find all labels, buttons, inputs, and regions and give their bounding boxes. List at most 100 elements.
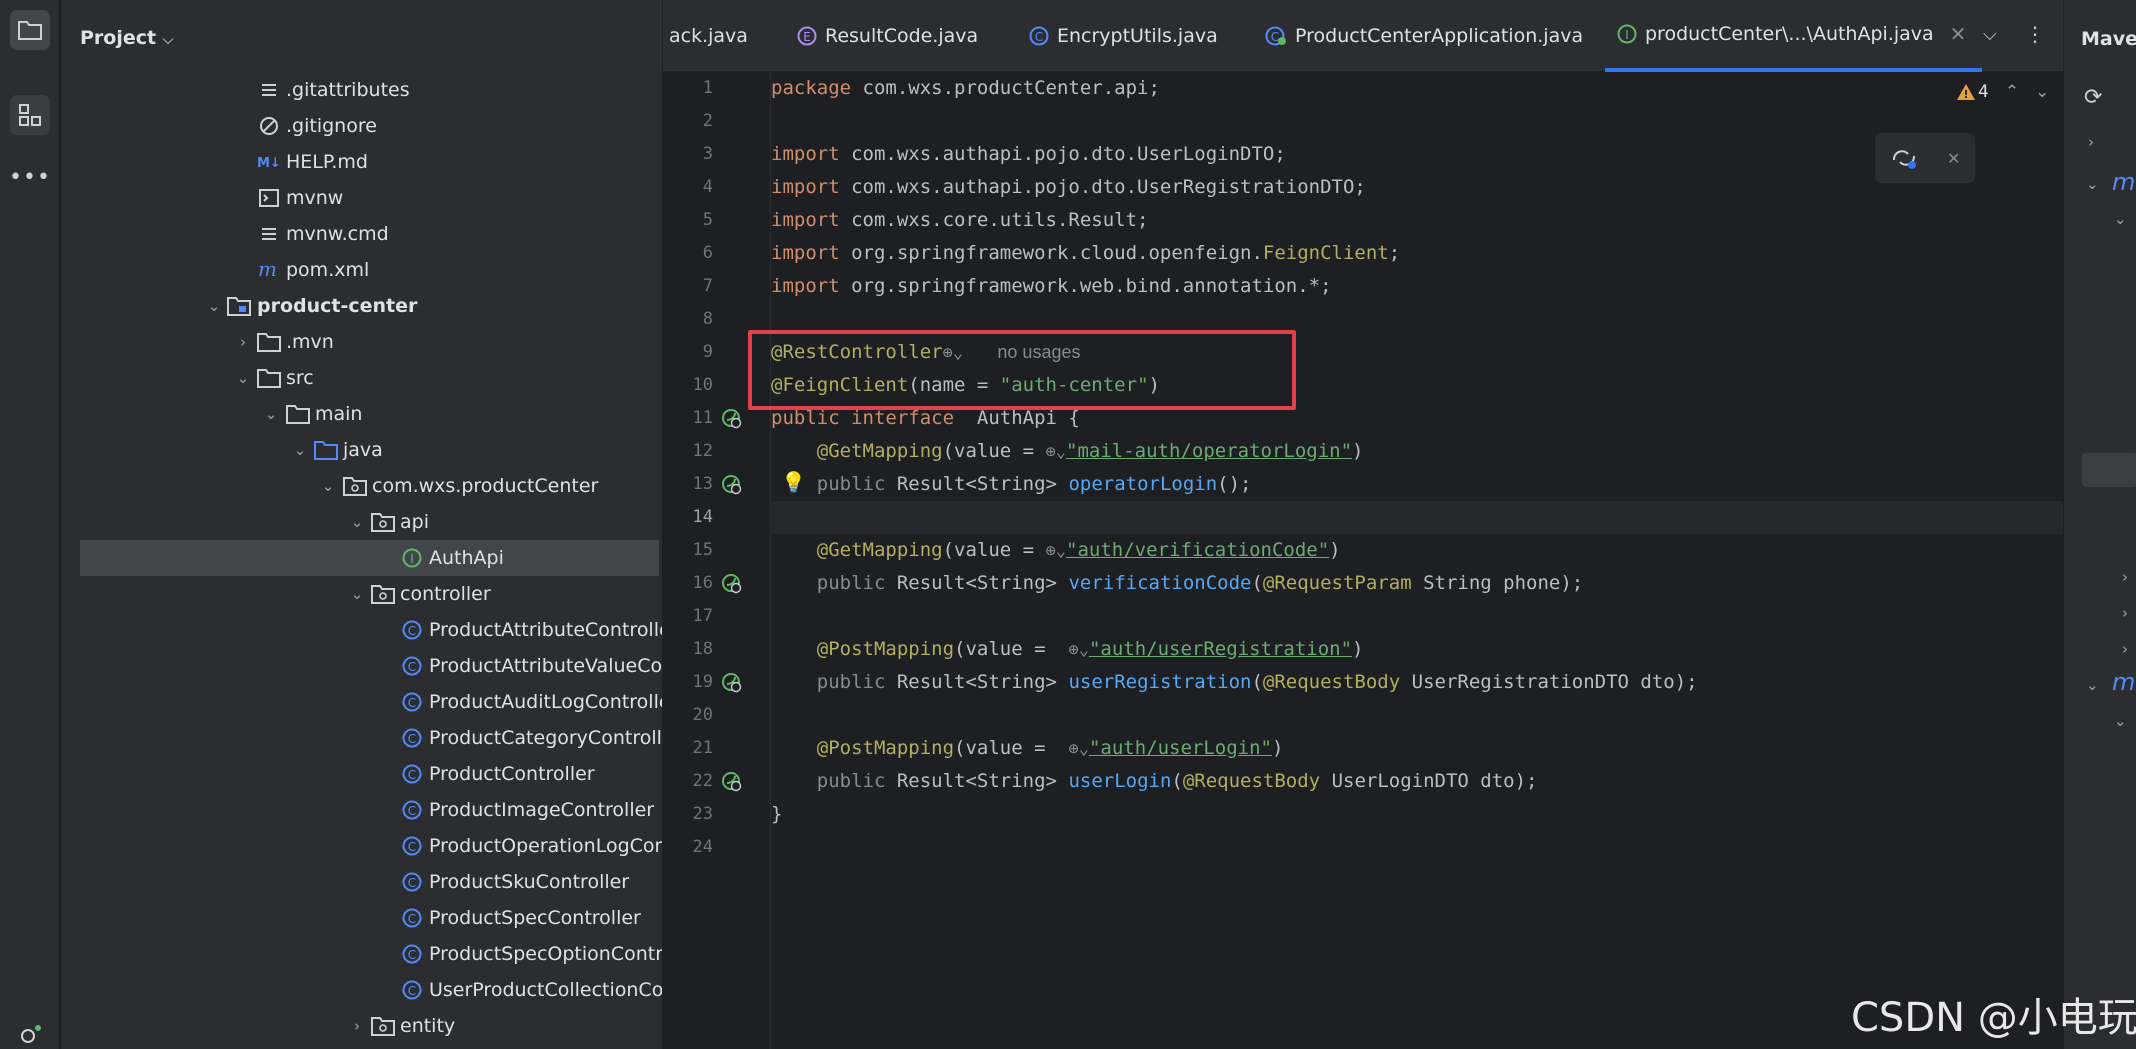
- chevron-down-icon[interactable]: ⌄: [318, 468, 338, 504]
- chevron-down-icon: ⌵: [162, 32, 174, 48]
- code-line[interactable]: public Result<String> userLogin(@Request…: [771, 765, 1538, 798]
- project-tool-button[interactable]: [10, 10, 50, 50]
- code-line[interactable]: public Result<String> verificationCode(@…: [771, 567, 1583, 600]
- code-line[interactable]: @PostMapping(value = ⊕⌄"auth/userLogin"): [771, 732, 1284, 765]
- web-endpoint-icon[interactable]: [721, 573, 743, 599]
- tree-item[interactable]: C ProductAttributeController: [61, 612, 662, 648]
- tree-item[interactable]: ⌄ main: [61, 396, 662, 432]
- code-line[interactable]: import com.wxs.authapi.pojo.dto.UserLogi…: [771, 138, 1286, 171]
- tree-item[interactable]: ⌄ com.wxs.productCenter: [61, 468, 662, 504]
- tree-item[interactable]: C ProductImageController: [61, 792, 662, 828]
- tree-item[interactable]: .gitattributes: [61, 72, 662, 108]
- code-editor[interactable]: 1 2 3 4 5 6 7 8 9 10 11 12 13 14 15 16 17 18 19 20 21 22 23 24 …: [663, 72, 2063, 1049]
- tree-item[interactable]: I AuthApi: [80, 540, 659, 576]
- services-tool-button[interactable]: [10, 1015, 50, 1049]
- globe-icon[interactable]: ⊕⌄: [1068, 739, 1088, 759]
- tree-item[interactable]: C ProductAuditLogController: [61, 684, 662, 720]
- code-line[interactable]: public Result<String> operatorLogin();: [771, 468, 1252, 501]
- tab-authapi-java[interactable]: I productCenter\...\AuthApi.java ✕: [1605, 0, 1983, 72]
- globe-icon[interactable]: ⊕⌄: [1046, 442, 1066, 462]
- globe-icon[interactable]: ⊕⌄: [1046, 541, 1066, 561]
- structure-tool-button[interactable]: [10, 95, 50, 135]
- chevron-down-icon[interactable]: ⌄: [204, 288, 224, 324]
- code-line[interactable]: package com.wxs.productCenter.api;: [771, 72, 1160, 105]
- chevron-down-icon[interactable]: ⌄: [347, 504, 367, 540]
- code-line[interactable]: @GetMapping(value = ⊕⌄"auth/verification…: [771, 534, 1341, 567]
- tree-item[interactable]: C ProductSpecController: [61, 900, 662, 936]
- web-endpoint-icon[interactable]: [721, 771, 743, 797]
- tree-item[interactable]: mvnw: [61, 180, 662, 216]
- chevron-down-icon[interactable]: ⌄: [233, 360, 253, 396]
- tree-item[interactable]: ⌄ product-center: [61, 288, 662, 324]
- tab-list-dropdown[interactable]: ⌵: [1983, 24, 1997, 45]
- tree-item[interactable]: .gitignore: [61, 108, 662, 144]
- web-endpoint-icon[interactable]: [721, 474, 743, 500]
- tree-item[interactable]: C UserProductCollectionController: [61, 972, 662, 1008]
- code-line[interactable]: import com.wxs.core.utils.Result;: [771, 204, 1149, 237]
- warnings-indicator[interactable]: ! 4 ⌃ ⌄: [1956, 82, 2049, 102]
- maven-tree-chevron[interactable]: ⌄: [2086, 175, 2099, 193]
- tree-item[interactable]: C ProductCategoryController: [61, 720, 662, 756]
- maven-tree-chevron[interactable]: ›: [2122, 604, 2128, 622]
- code-area[interactable]: package com.wxs.productCenter.api; import…: [771, 72, 2061, 1049]
- maven-reload-button[interactable]: ⟳: [2084, 85, 2102, 110]
- chevron-down-icon[interactable]: ⌄: [290, 432, 310, 468]
- chevron-down-icon[interactable]: ⌄: [261, 396, 281, 432]
- tree-item[interactable]: C ProductAttributeValueController: [61, 648, 662, 684]
- code-token: Result<String>: [885, 671, 1069, 693]
- tab-ack-java[interactable]: ack.java: [669, 0, 748, 72]
- close-popup-icon[interactable]: ✕: [1947, 149, 1960, 168]
- code-line[interactable]: import org.springframework.web.bind.anno…: [771, 270, 1332, 303]
- tab-productcenterapplication-java[interactable]: C ProductCenterApplication.java: [1265, 0, 1583, 72]
- maven-tree-chevron[interactable]: ›: [2122, 640, 2128, 658]
- code-line[interactable]: import com.wxs.authapi.pojo.dto.UserRegi…: [771, 171, 1366, 204]
- next-highlight-icon[interactable]: ⌄: [2035, 82, 2049, 102]
- tab-options-menu[interactable]: ⋮: [2025, 22, 2045, 46]
- maven-tree-chevron[interactable]: ›: [2122, 568, 2128, 586]
- maven-reload-icon[interactable]: [1890, 146, 1918, 170]
- maven-module-icon: m: [2112, 168, 2136, 196]
- chevron-right-icon[interactable]: ›: [347, 1008, 367, 1044]
- maven-tree-chevron[interactable]: ⌄: [2114, 210, 2127, 228]
- tree-item[interactable]: ⌄ api: [61, 504, 662, 540]
- web-endpoint-icon[interactable]: [721, 672, 743, 698]
- maven-scroll-handle[interactable]: [2082, 453, 2136, 487]
- tab-encryptutils-java[interactable]: C EncryptUtils.java: [1029, 0, 1218, 72]
- intention-bulb-icon[interactable]: 💡: [781, 470, 806, 494]
- code-line[interactable]: @GetMapping(value = ⊕⌄"mail-auth/operato…: [771, 435, 1364, 468]
- code-token: (value =: [954, 638, 1057, 660]
- tab-resultcode-java[interactable]: E ResultCode.java: [797, 0, 978, 72]
- maven-panel-title[interactable]: Maven: [2081, 28, 2136, 50]
- tree-item[interactable]: › .mvn: [61, 324, 662, 360]
- tree-item[interactable]: C ProductSpecOptionController: [61, 936, 662, 972]
- code-line[interactable]: @PostMapping(value = ⊕⌄"auth/userRegistr…: [771, 633, 1364, 666]
- class-icon: C: [400, 792, 424, 828]
- project-panel-title[interactable]: Project ⌵: [80, 27, 173, 49]
- close-tab-icon[interactable]: ✕: [1950, 22, 1967, 46]
- previous-highlight-icon[interactable]: ⌃: [2005, 82, 2019, 102]
- tree-item[interactable]: C ProductController: [61, 756, 662, 792]
- tree-item[interactable]: › entity: [61, 1008, 662, 1044]
- maven-tree-chevron[interactable]: ⌄: [2086, 676, 2099, 694]
- chevron-down-icon[interactable]: ⌄: [347, 576, 367, 612]
- tree-item[interactable]: ⌄ src: [61, 360, 662, 396]
- chevron-right-icon[interactable]: ›: [233, 324, 253, 360]
- maven-tree-chevron[interactable]: ⌄: [2114, 712, 2127, 730]
- tree-item[interactable]: C ProductSkuController: [61, 864, 662, 900]
- tree-item[interactable]: C ProductOperationLogController: [61, 828, 662, 864]
- more-tools-button[interactable]: •••: [9, 157, 50, 197]
- globe-icon[interactable]: ⊕⌄: [1068, 640, 1088, 660]
- code-line[interactable]: }: [771, 798, 782, 831]
- tree-item[interactable]: ⌄ java: [61, 432, 662, 468]
- code-line[interactable]: public Result<String> userRegistration(@…: [771, 666, 1698, 699]
- code-token: "mail-auth/operatorLogin": [1066, 440, 1353, 462]
- tree-item-label: ProductSkuController: [429, 871, 630, 893]
- tree-item[interactable]: ⌄ controller: [61, 576, 662, 612]
- code-line[interactable]: import org.springframework.cloud.openfei…: [771, 237, 1400, 270]
- tree-item[interactable]: m pom.xml: [61, 252, 662, 288]
- maven-tree-chevron[interactable]: ›: [2088, 133, 2094, 151]
- spring-bean-icon[interactable]: [721, 408, 743, 434]
- tree-item[interactable]: M↓ HELP.md: [61, 144, 662, 180]
- tree-item[interactable]: mvnw.cmd: [61, 216, 662, 252]
